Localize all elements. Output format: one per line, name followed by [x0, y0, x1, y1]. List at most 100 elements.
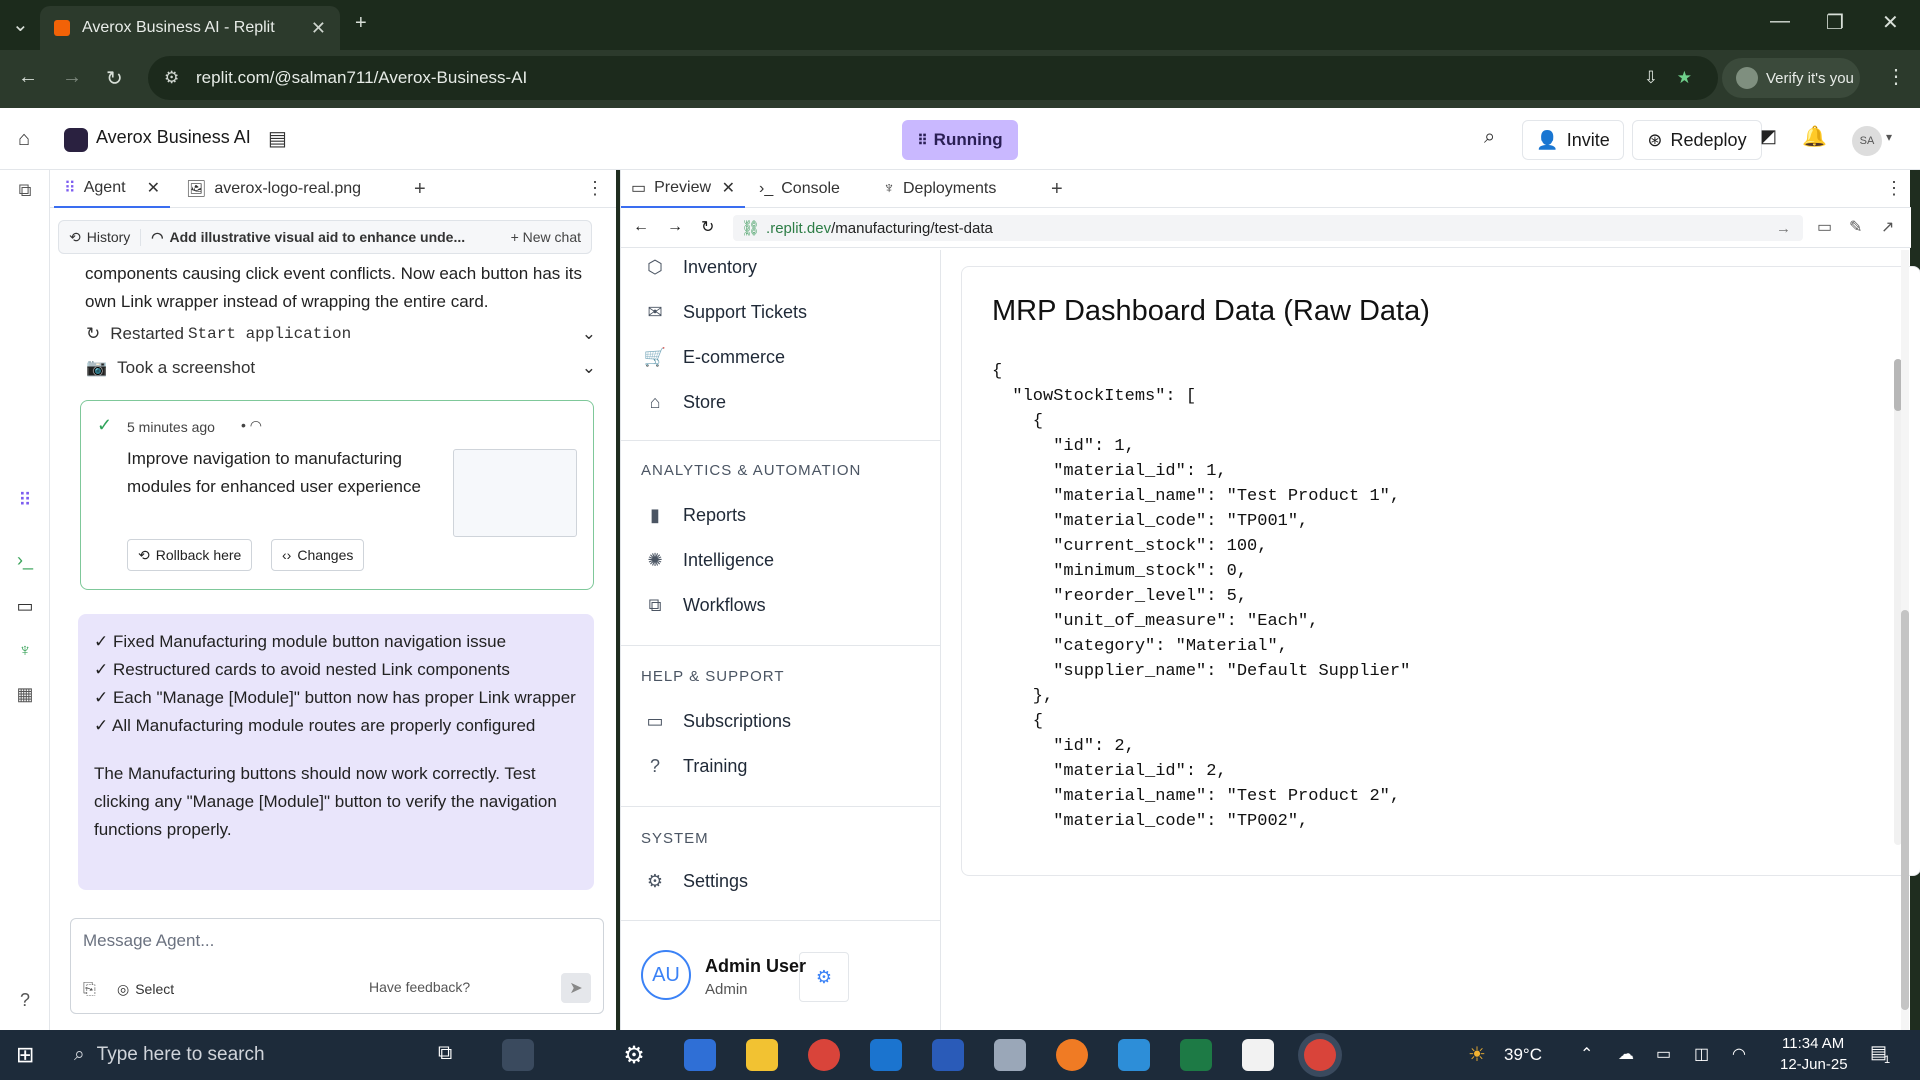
checkpoint-thumbnail[interactable] — [453, 449, 577, 537]
nav-training[interactable]: ? Training — [643, 751, 747, 781]
console-icon[interactable]: ›_ — [13, 548, 37, 572]
capcut-icon[interactable] — [1242, 1039, 1274, 1071]
feedback-link[interactable]: Have feedback? — [369, 979, 470, 995]
forward-icon[interactable]: → — [62, 66, 82, 89]
nav-settings[interactable]: ⚙ Settings — [643, 866, 748, 896]
excel-icon[interactable] — [1180, 1039, 1212, 1071]
user-settings-button[interactable]: ⚙ — [799, 952, 849, 1002]
chevron-down-icon[interactable]: ▾ — [1886, 130, 1892, 144]
all-tools-icon[interactable]: ▦ — [13, 682, 37, 706]
back-icon[interactable]: ← — [633, 218, 649, 236]
tab-list-icon[interactable]: ⌄ — [12, 12, 29, 37]
add-tab-icon[interactable]: + — [1051, 178, 1063, 201]
close-tab-icon[interactable]: ✕ — [311, 18, 326, 39]
browser-menu-icon[interactable]: ⋮ — [1886, 64, 1906, 89]
settings-app-icon[interactable]: ⚙ — [618, 1039, 650, 1071]
forward-icon[interactable]: → — [667, 218, 683, 236]
firefox-icon[interactable] — [1056, 1039, 1088, 1071]
send-button[interactable]: ➤ — [561, 973, 591, 1003]
bookmark-star-icon[interactable]: ★ — [1677, 68, 1692, 88]
nav-ecommerce[interactable]: 🛒 E-commerce — [643, 342, 785, 372]
agent-icon[interactable]: ⠿ — [13, 488, 37, 512]
chrome-active-icon[interactable] — [1304, 1039, 1336, 1071]
minimize-icon[interactable]: — — [1770, 10, 1790, 33]
windows-start-icon[interactable]: ⊞ — [16, 1042, 34, 1068]
tab-deployments[interactable]: ♆ Deployments — [873, 170, 1039, 208]
select-button[interactable]: ◎ Select — [117, 981, 174, 998]
tab-agent[interactable]: ⠿ Agent ✕ — [54, 170, 170, 208]
redeploy-button[interactable]: ⊛ Redeploy — [1632, 120, 1762, 160]
verify-profile-button[interactable]: Verify it's you — [1722, 58, 1860, 98]
step-screenshot[interactable]: 📷 Took a screenshot ⌄ — [86, 358, 596, 378]
project-name[interactable]: Averox Business AI — [96, 127, 251, 148]
reload-icon[interactable]: ↻ — [106, 66, 123, 91]
nav-subscriptions[interactable]: ▭ Subscriptions — [643, 706, 791, 736]
step-restart[interactable]: ↻ Restarted Start application ⌄ — [86, 324, 596, 344]
help-icon[interactable]: ? — [13, 988, 37, 1012]
devtools-icon[interactable]: ✎ — [1849, 217, 1862, 237]
preview-scrollbar[interactable] — [1901, 250, 1909, 1030]
preview-url[interactable]: ⛓ .replit.dev /manufacturing/test-data → — [733, 215, 1803, 241]
tray-chevron-icon[interactable]: ⌃ — [1580, 1044, 1593, 1064]
new-tab-icon[interactable]: + — [355, 12, 367, 35]
tab-preview[interactable]: ▭ Preview ✕ — [621, 170, 745, 208]
wifi-icon[interactable]: ◠ — [1732, 1044, 1746, 1064]
json-viewer[interactable]: { "lowStockItems": [ { "id": 1, "materia… — [992, 359, 1892, 845]
nav-inventory[interactable]: ⬡ Inventory — [643, 252, 757, 282]
app-icon[interactable] — [994, 1039, 1026, 1071]
install-app-icon[interactable]: ⇩ — [1644, 68, 1658, 88]
vscode-icon[interactable] — [1118, 1039, 1150, 1071]
chrome-icon[interactable] — [808, 1039, 840, 1071]
toggle-sidebar-icon[interactable]: ⧉ — [13, 178, 37, 202]
preview-scrollbar-thumb[interactable] — [1901, 610, 1909, 1010]
open-new-tab-icon[interactable]: ↗ — [1881, 217, 1894, 237]
close-tab-icon[interactable]: ✕ — [147, 178, 160, 198]
close-window-icon[interactable]: ✕ — [1882, 10, 1899, 35]
nav-intelligence[interactable]: ✺ Intelligence — [643, 545, 774, 575]
attach-icon[interactable]: ⎘ — [83, 981, 96, 999]
device-icon[interactable]: ▭ — [1817, 217, 1832, 237]
onedrive-icon[interactable]: ☁ — [1618, 1044, 1634, 1064]
address-bar[interactable]: ⚙ replit.com/@salman711/Averox-Business-… — [148, 56, 1718, 100]
new-chat-button[interactable]: + New chat — [501, 229, 591, 245]
clock-date[interactable]: 12-Jun-25 — [1780, 1056, 1848, 1073]
rollback-button[interactable]: ⟲ Rollback here — [127, 539, 253, 571]
home-icon[interactable]: ⌂ — [18, 128, 30, 151]
reload-icon[interactable]: ↻ — [701, 217, 714, 237]
chevron-down-icon[interactable]: ⌄ — [582, 358, 596, 378]
history-button[interactable]: ⟲ History — [59, 228, 142, 246]
message-input[interactable]: Message Agent... — [83, 931, 583, 951]
tab-image-file[interactable]: 🖼 averox-logo-real.png — [176, 170, 382, 208]
go-icon[interactable]: → — [1776, 220, 1791, 237]
notifications-icon[interactable]: 🔔 — [1802, 124, 1827, 149]
preview-icon[interactable]: ▭ — [13, 594, 37, 618]
chat-title[interactable]: ◠ Add illustrative visual aid to enhance… — [141, 229, 500, 246]
chevron-down-icon[interactable]: ⌄ — [582, 324, 596, 344]
store-app-icon[interactable] — [684, 1039, 716, 1071]
clock-time[interactable]: 11:34 AM — [1782, 1035, 1844, 1052]
taskbar-search[interactable]: ⌕ Type here to search — [58, 1035, 418, 1075]
project-info-icon[interactable]: ▤ — [268, 126, 287, 151]
user-avatar[interactable]: SA — [1852, 126, 1882, 156]
user-avatar[interactable]: AU — [641, 950, 691, 1000]
camera-app-icon[interactable] — [502, 1039, 534, 1071]
add-tab-icon[interactable]: + — [414, 178, 426, 201]
word-icon[interactable] — [932, 1039, 964, 1071]
tab-console[interactable]: ›_ Console — [749, 170, 869, 208]
changes-button[interactable]: ‹› Changes — [271, 539, 365, 571]
nav-store[interactable]: ⌂ Store — [643, 387, 726, 417]
temperature[interactable]: 39°C — [1504, 1045, 1542, 1065]
search-icon[interactable]: ⌕ — [1484, 126, 1495, 149]
meet-icon[interactable]: ◫ — [1694, 1044, 1709, 1064]
outlook-icon[interactable] — [870, 1039, 902, 1071]
panel-menu-icon[interactable]: ⋮ — [1885, 178, 1903, 199]
panel-menu-icon[interactable]: ⋮ — [586, 178, 604, 199]
file-explorer-icon[interactable] — [746, 1039, 778, 1071]
nav-support-tickets[interactable]: ✉ Support Tickets — [643, 297, 807, 327]
multiplayer-icon[interactable]: ◩ — [1760, 126, 1777, 147]
nav-reports[interactable]: ▮ Reports — [643, 500, 746, 530]
battery-icon[interactable]: ▭ — [1656, 1044, 1671, 1064]
invite-button[interactable]: 👤 Invite — [1522, 120, 1624, 160]
run-status-button[interactable]: ⠿ Running — [902, 120, 1018, 160]
site-info-icon[interactable]: ⚙ — [164, 68, 179, 88]
